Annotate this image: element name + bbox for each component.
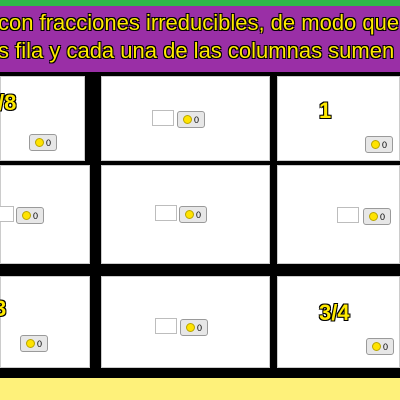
yellow-dot-icon	[370, 140, 380, 149]
grid-cell-r1c2: 0	[101, 76, 270, 161]
instruction-line-1: con fracciones irreducibles, de modo que	[0, 10, 400, 35]
given-fraction: 3/4	[319, 300, 350, 325]
yellow-dot-icon	[184, 210, 194, 219]
instruction-line-2: s fila y cada una de las columnas sumen	[0, 38, 395, 63]
yellow-dot-icon	[34, 138, 44, 147]
button-count: 0	[382, 341, 388, 352]
given-fraction: 1	[319, 98, 332, 123]
yellow-dot-icon	[182, 115, 192, 124]
given-fraction: 3	[0, 296, 7, 321]
fraction-input[interactable]	[155, 205, 177, 221]
check-button[interactable]: 0	[363, 208, 391, 225]
grid-cell-r1c1: /8 0	[0, 76, 85, 161]
button-count: 0	[32, 210, 38, 221]
fraction-input[interactable]	[152, 110, 174, 126]
fraction-input[interactable]	[155, 318, 177, 334]
yellow-dot-icon	[371, 342, 381, 351]
fraction-input[interactable]	[0, 206, 14, 222]
check-button[interactable]: 0	[365, 136, 393, 153]
check-button[interactable]: 0	[179, 206, 207, 223]
button-count: 0	[45, 137, 51, 148]
button-count: 0	[195, 209, 201, 220]
grid-cell-r3c1: 3 0	[0, 276, 90, 368]
button-count: 0	[196, 322, 202, 333]
yellow-dot-icon	[185, 323, 195, 332]
button-count: 0	[381, 139, 387, 150]
button-count: 0	[36, 338, 42, 349]
grid-cell-r2c1: 0	[0, 165, 90, 264]
yellow-dot-icon	[368, 212, 378, 221]
check-button[interactable]: 0	[177, 111, 205, 128]
fraction-input[interactable]	[337, 207, 359, 223]
check-button[interactable]: 0	[20, 335, 48, 352]
grid-cell-r1c3: 1 0	[277, 76, 400, 161]
check-button[interactable]: 0	[16, 207, 44, 224]
magic-square-grid: /8 0 0 1 0 0 0	[0, 72, 400, 378]
yellow-dot-icon	[25, 339, 35, 348]
button-count: 0	[193, 114, 199, 125]
grid-cell-r3c3: 3/4 0	[277, 276, 400, 368]
button-count: 0	[379, 211, 385, 222]
check-button[interactable]: 0	[29, 134, 57, 151]
check-button[interactable]: 0	[366, 338, 394, 355]
grid-cell-r2c3: 0	[277, 165, 400, 264]
bottom-bar	[0, 378, 400, 400]
grid-cell-r3c2: 0	[101, 276, 270, 368]
check-button[interactable]: 0	[180, 319, 208, 336]
given-fraction: /8	[0, 90, 17, 115]
instruction-banner: con fracciones irreducibles, de modo que…	[0, 6, 400, 72]
yellow-dot-icon	[21, 211, 31, 220]
grid-cell-r2c2: 0	[101, 165, 270, 264]
